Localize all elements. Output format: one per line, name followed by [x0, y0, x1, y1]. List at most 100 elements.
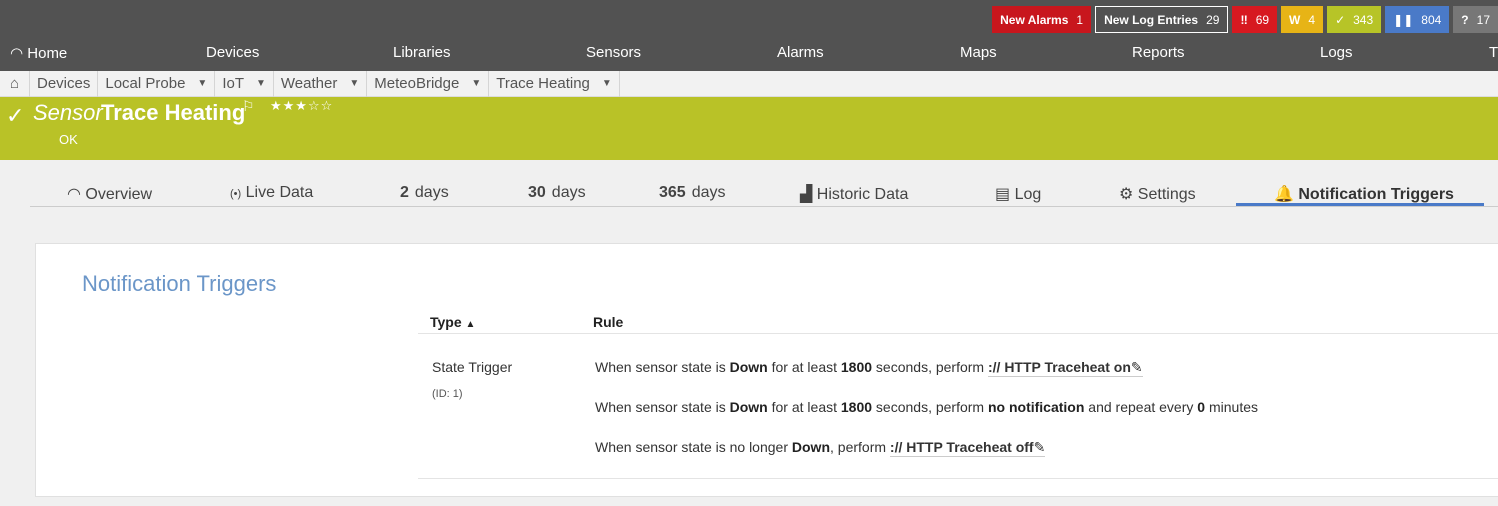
pause-icon: ❚❚: [1393, 12, 1414, 27]
action-label: :// HTTP Traceheat on: [987, 359, 1131, 375]
new-log-count: 29: [1206, 12, 1220, 27]
panel-title: Notification Triggers: [82, 271, 277, 296]
column-header-type-label: Type: [430, 314, 462, 330]
question-icon: ?: [1461, 12, 1469, 27]
rule-text: , perform: [830, 439, 890, 455]
tab-2-days[interactable]: 2 days: [400, 184, 449, 202]
home-icon: ⌂: [9, 75, 20, 92]
chevron-down-icon[interactable]: ▼: [349, 78, 359, 89]
area-chart-icon: ▟: [800, 186, 813, 203]
column-header-type[interactable]: Type ▲: [430, 314, 475, 330]
tab-notification-triggers[interactable]: 🔔 Notification Triggers: [1274, 184, 1454, 204]
breadcrumb-weather-label: Weather: [280, 75, 338, 92]
object-kind: Sensor: [33, 100, 103, 125]
breadcrumb-local-probe[interactable]: Local Probe ▼: [98, 70, 216, 97]
nav-home-label: Home: [27, 45, 68, 62]
breadcrumb-devices-label: Devices: [37, 75, 91, 92]
nav-libraries[interactable]: Libraries: [393, 44, 451, 61]
tab-historic-data-label: Historic Data: [816, 186, 909, 203]
edit-icon[interactable]: ✎: [1034, 439, 1046, 455]
breadcrumb-meteobridge-label: MeteoBridge: [374, 75, 460, 92]
rule-state: Down: [729, 359, 768, 375]
trigger-id: (ID: 1): [432, 388, 463, 400]
up-count: 343: [1353, 12, 1374, 27]
notification-action-link[interactable]: :// HTTP Traceheat off✎: [889, 439, 1046, 457]
rule-recovery: When sensor state is no longer Down, per…: [595, 439, 1046, 457]
tab-overview[interactable]: ◠ Overview: [67, 184, 152, 204]
chevron-down-icon[interactable]: ▼: [602, 78, 612, 89]
chevron-down-icon[interactable]: ▼: [471, 78, 481, 89]
tab-live-data[interactable]: (•) Live Data: [230, 184, 313, 202]
nav-devices[interactable]: Devices: [206, 44, 259, 61]
warning-sensors-badge[interactable]: W4: [1281, 6, 1324, 33]
new-alarms-badge[interactable]: New Alarms 1: [992, 6, 1092, 33]
tab-30-days[interactable]: 30 days: [528, 184, 586, 202]
rule-escalation: When sensor state is Down for at least 1…: [595, 399, 1258, 415]
rule-text: When sensor state is: [595, 359, 730, 375]
nav-reports[interactable]: Reports: [1132, 44, 1185, 61]
rule-text: When sensor state is: [595, 399, 730, 415]
rule-minutes: 0: [1197, 399, 1206, 415]
breadcrumb-weather[interactable]: Weather ▼: [274, 70, 368, 97]
nav-maps[interactable]: Maps: [960, 44, 997, 61]
notification-action-link[interactable]: :// HTTP Traceheat on✎: [987, 359, 1143, 377]
rule-onset: When sensor state is Down for at least 1…: [595, 359, 1143, 377]
unknown-count: 17: [1476, 12, 1490, 27]
tab-30-days-unit: days: [551, 184, 586, 201]
down-icon: ‼: [1240, 12, 1248, 27]
breadcrumb-trace-heating-label: Trace Heating: [496, 75, 590, 92]
unknown-sensors-badge[interactable]: ? 17: [1453, 6, 1498, 33]
edit-icon[interactable]: ✎: [1131, 359, 1143, 375]
list-icon: ▤: [995, 186, 1011, 203]
tab-365-days[interactable]: 365 days: [659, 184, 726, 202]
tab-2-days-number: 2: [400, 184, 409, 201]
chevron-down-icon[interactable]: ▼: [197, 78, 207, 89]
header-divider: [418, 333, 1498, 334]
nav-logs[interactable]: Logs: [1320, 44, 1353, 61]
rule-seconds: 1800: [840, 359, 873, 375]
tab-notification-triggers-label: Notification Triggers: [1298, 186, 1454, 203]
down-sensors-badge[interactable]: ‼ 69: [1232, 6, 1278, 33]
tab-historic-data[interactable]: ▟ Historic Data: [800, 184, 908, 204]
new-log-entries-badge[interactable]: New Log Entries 29: [1095, 6, 1229, 33]
tab-365-days-unit: days: [691, 184, 726, 201]
check-icon: ✓: [1335, 12, 1346, 27]
rule-text: minutes: [1205, 399, 1258, 415]
new-log-label: New Log Entries: [1104, 12, 1199, 27]
tab-live-data-label: Live Data: [245, 184, 314, 201]
rule-text: and repeat every: [1084, 399, 1198, 415]
breadcrumb-iot[interactable]: IoT ▼: [215, 70, 274, 97]
breadcrumb: ⌂ Devices Local Probe ▼ IoT ▼ Weather ▼ Met…: [0, 70, 1498, 97]
sensor-tabs: ◠ Overview (•) Live Data 2 days 30 days 36…: [30, 180, 1498, 207]
tab-2-days-unit: days: [414, 184, 449, 201]
nav-alarms[interactable]: Alarms: [777, 44, 824, 61]
status-badges: New Alarms 1 New Log Entries 29 ‼ 69 W4 ✓ 34…: [992, 6, 1498, 33]
breadcrumb-home[interactable]: ⌂: [0, 70, 30, 97]
warning-count: 4: [1308, 12, 1316, 27]
tab-settings[interactable]: ⚙ Settings: [1119, 184, 1196, 204]
tab-log-label: Log: [1014, 186, 1042, 203]
paused-count: 804: [1421, 12, 1442, 27]
chevron-down-icon[interactable]: ▼: [256, 78, 266, 89]
paused-sensors-badge[interactable]: ❚❚ 804: [1385, 6, 1450, 33]
sort-ascending-icon: ▲: [465, 319, 476, 330]
column-header-rule[interactable]: Rule: [593, 314, 623, 330]
priority-stars[interactable]: ★★★☆☆: [270, 98, 333, 114]
breadcrumb-meteobridge[interactable]: MeteoBridge ▼: [367, 70, 490, 97]
rule-state: Down: [791, 439, 830, 455]
check-icon: ✓: [6, 103, 25, 128]
flag-icon[interactable]: ⚐: [242, 98, 255, 115]
sensor-name: Trace Heating: [101, 100, 246, 125]
nav-home[interactable]: ◠ Home: [10, 44, 67, 62]
rule-text: seconds, perform: [872, 399, 988, 415]
breadcrumb-devices[interactable]: Devices: [30, 70, 99, 97]
nav-sensors[interactable]: Sensors: [586, 44, 641, 61]
rule-text: When sensor state is no longer: [595, 439, 792, 455]
notification-triggers-panel: Notification Triggers Type ▲ Rule State …: [35, 243, 1498, 497]
rule-text: for at least: [767, 399, 841, 415]
nav-tickets[interactable]: T: [1489, 44, 1498, 61]
up-sensors-badge[interactable]: ✓ 343: [1327, 6, 1382, 33]
tab-log[interactable]: ▤ Log: [995, 184, 1041, 204]
breadcrumb-trace-heating[interactable]: Trace Heating ▼: [489, 70, 620, 97]
breadcrumb-local-probe-label: Local Probe: [105, 75, 186, 92]
